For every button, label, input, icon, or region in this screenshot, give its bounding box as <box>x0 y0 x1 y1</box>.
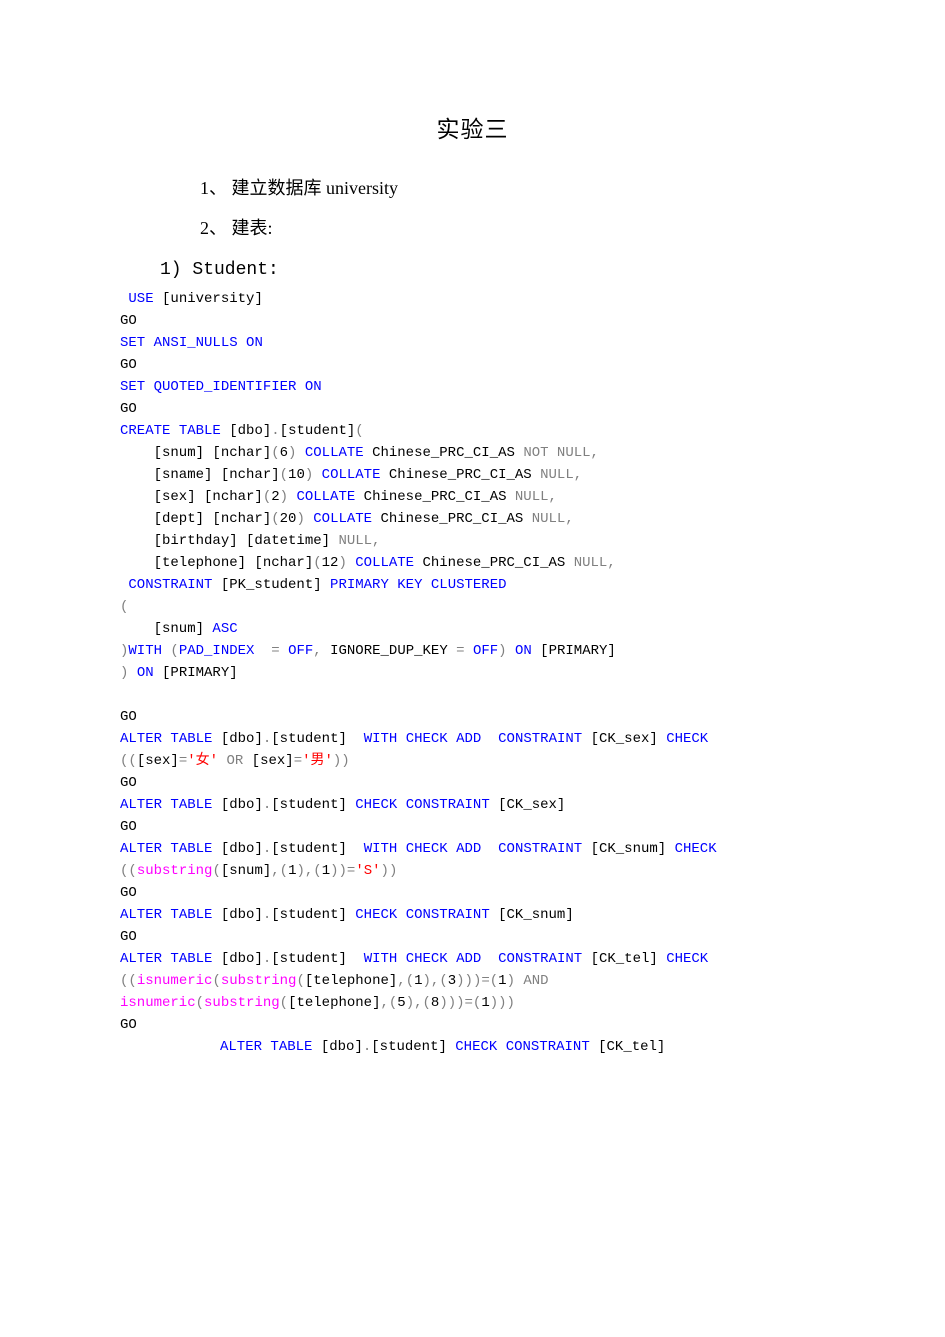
list-item: 2、 建表: <box>200 214 825 240</box>
sub-heading: 1) Student: <box>160 260 825 280</box>
page-title: 实验三 <box>120 110 825 144</box>
code-last-line: ALTER TABLE [dbo].[student] CHECK CONSTR… <box>120 1036 825 1058</box>
code-block: USE [university] GO SET ANSI_NULLS ON GO… <box>120 288 825 1036</box>
document-page: 实验三 1、 建立数据库 university 2、 建表: 1) Studen… <box>0 0 945 1138</box>
list-item: 1、 建立数据库 university <box>200 174 825 200</box>
